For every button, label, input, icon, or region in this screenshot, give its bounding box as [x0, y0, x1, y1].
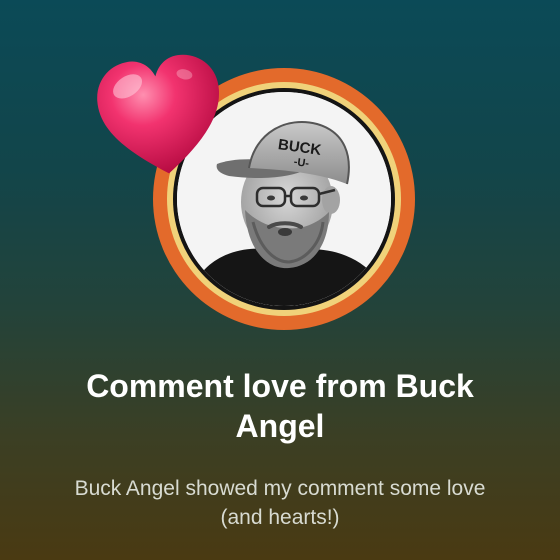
- heart-icon: [97, 54, 219, 174]
- card-title: Comment love from Buck Angel: [86, 368, 474, 444]
- svg-text:-U-: -U-: [293, 156, 310, 170]
- comment-love-card: BUCK -U- Comment love from Buck Angel Bu…: [0, 0, 560, 560]
- card-description: Buck Angel showed my comment some love (…: [74, 477, 486, 529]
